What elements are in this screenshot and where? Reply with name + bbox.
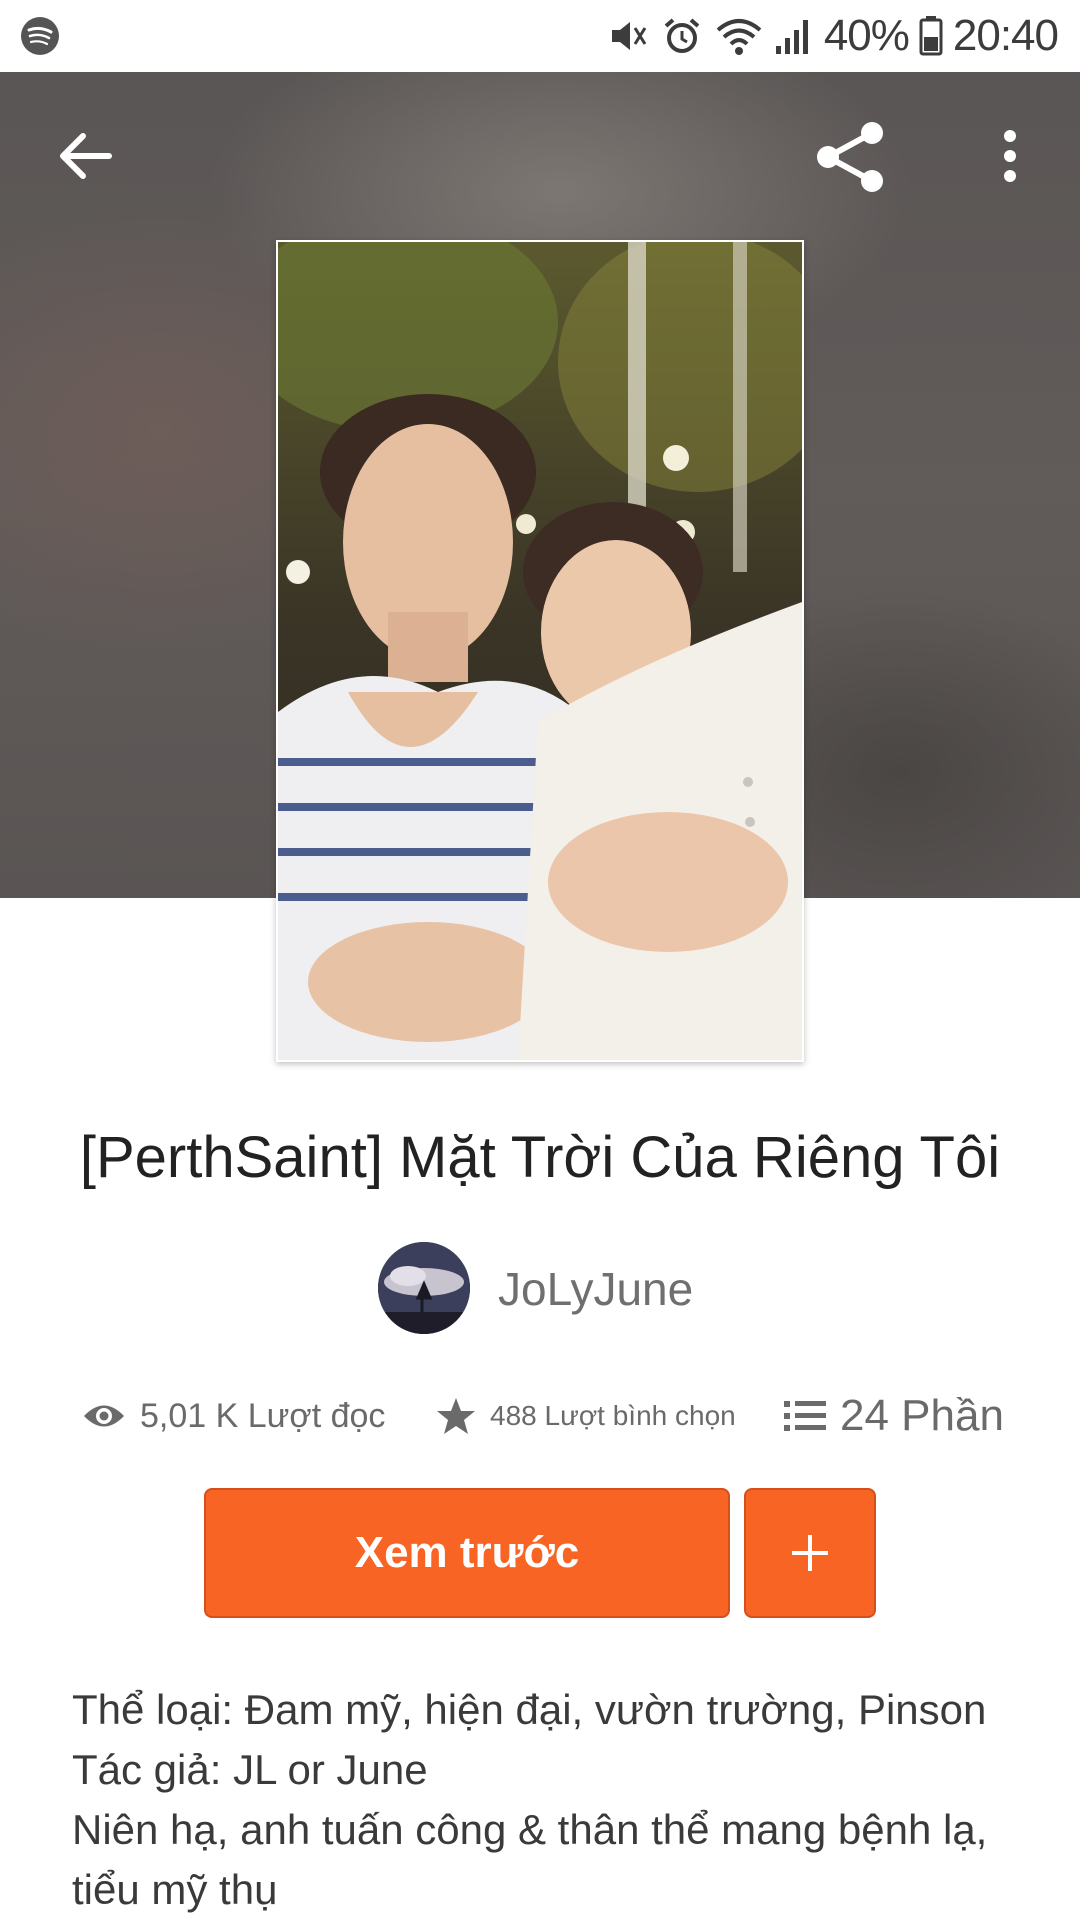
battery-icon bbox=[919, 16, 943, 56]
arrow-left-icon bbox=[60, 133, 112, 179]
star-icon bbox=[437, 1398, 475, 1434]
mute-icon bbox=[611, 22, 647, 50]
story-title: [PerthSaint] Mặt Trời Của Riêng Tôi bbox=[79, 1125, 1001, 1190]
spotify-icon bbox=[21, 17, 59, 55]
cover-photo bbox=[278, 242, 802, 1060]
votes-stat: 488 Lượt bình chọn bbox=[436, 1388, 736, 1444]
reads-stat: 5,01 K Lượt đọc bbox=[82, 1388, 385, 1444]
eye-icon bbox=[84, 1405, 124, 1427]
alarm-icon bbox=[664, 18, 700, 53]
parts-count[interactable]: 24 Phần bbox=[840, 1391, 1004, 1441]
add-to-library-button[interactable] bbox=[744, 1488, 876, 1618]
author-name[interactable]: JoLyJune bbox=[498, 1262, 693, 1316]
share-icon bbox=[817, 122, 883, 192]
parts-stat[interactable]: 24 Phần bbox=[784, 1388, 1004, 1444]
description-line: Niên hạ, anh tuấn công & thân thể mang b… bbox=[72, 1806, 988, 1853]
preview-button[interactable]: Xem trước bbox=[204, 1488, 730, 1618]
story-cover[interactable] bbox=[276, 240, 804, 1062]
story-stats: 5,01 K Lượt đọc 488 Lượt bình chọn 24 Ph… bbox=[0, 1388, 1080, 1444]
author-row[interactable]: JoLyJune bbox=[0, 1240, 1080, 1336]
more-vertical-icon bbox=[1004, 130, 1016, 182]
avatar-image bbox=[378, 1242, 470, 1334]
share-button[interactable] bbox=[805, 112, 895, 202]
more-options-button[interactable] bbox=[980, 116, 1040, 196]
list-icon bbox=[784, 1401, 826, 1431]
battery-percent: 40% bbox=[823, 11, 910, 60]
description-line: Tác giả: JL or June bbox=[72, 1746, 428, 1793]
plus-icon bbox=[792, 1535, 828, 1571]
reads-count: 5,01 K Lượt đọc bbox=[140, 1396, 386, 1435]
author-avatar[interactable] bbox=[378, 1242, 470, 1334]
votes-count: 488 Lượt bình chọn bbox=[490, 1400, 736, 1431]
description-line: tiểu mỹ thụ bbox=[72, 1866, 278, 1913]
status-bar: 40% 20:40 bbox=[0, 0, 1080, 72]
wifi-icon bbox=[716, 19, 762, 55]
signal-icon bbox=[775, 20, 808, 54]
description-line: Thể loại: Đam mỹ, hiện đại, vườn trường,… bbox=[72, 1686, 987, 1733]
back-button[interactable] bbox=[40, 116, 130, 196]
story-description: Thể loại: Đam mỹ, hiện đại, vườn trường,… bbox=[72, 1680, 1032, 1920]
clock: 20:40 bbox=[952, 11, 1059, 60]
